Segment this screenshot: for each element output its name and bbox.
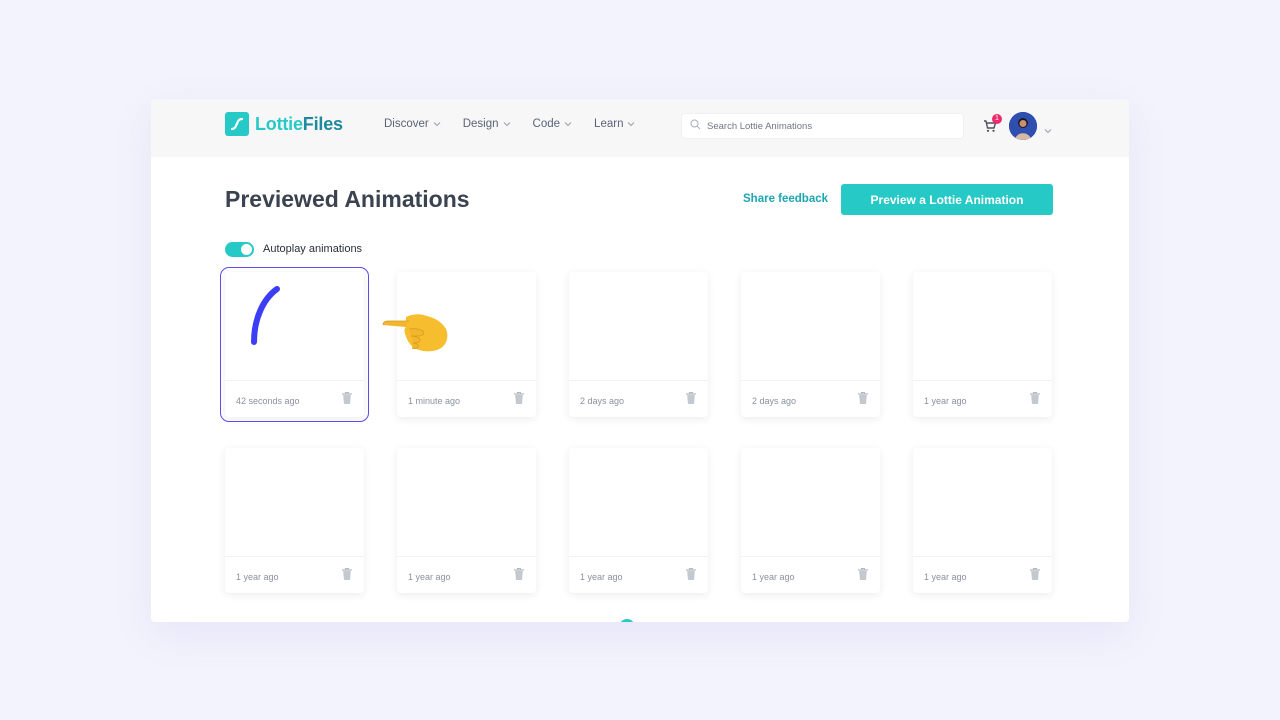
- blue-arc-animation-frame: [251, 286, 280, 345]
- top-navigation-bar: LottieFiles Discover Design Code Learn S…: [151, 99, 1129, 157]
- trash-icon[interactable]: [685, 391, 697, 405]
- animation-preview: [913, 448, 1052, 556]
- card-timestamp: 1 minute ago: [408, 396, 461, 406]
- search-bar: [681, 113, 964, 139]
- cart-button[interactable]: 1: [983, 114, 1002, 135]
- nav-item-design[interactable]: Design: [463, 118, 511, 130]
- animation-card[interactable]: 2 days ago: [569, 272, 708, 417]
- card-timestamp: 1 year ago: [236, 572, 279, 582]
- card-footer: 1 minute ago: [397, 380, 536, 417]
- animation-preview: [569, 448, 708, 556]
- logo-wordmark-lottie: Lottie: [255, 113, 303, 134]
- chevron-down-icon: [564, 121, 572, 127]
- card-footer: 2 days ago: [569, 380, 708, 417]
- nav-item-label: Discover: [384, 118, 429, 130]
- animation-card[interactable]: 1 year ago: [741, 448, 880, 593]
- animation-preview: [741, 448, 880, 556]
- card-timestamp: 2 days ago: [752, 396, 797, 406]
- animation-preview: [569, 272, 708, 380]
- cart-count-badge: 1: [992, 114, 1002, 124]
- card-timestamp: 1 year ago: [580, 572, 623, 582]
- search-input[interactable]: [707, 120, 957, 132]
- animation-card[interactable]: 1 year ago: [397, 448, 536, 593]
- card-footer: 1 year ago: [225, 556, 364, 593]
- trash-icon[interactable]: [1029, 391, 1041, 405]
- animation-card[interactable]: 42 seconds ago: [220, 267, 369, 422]
- card-timestamp: 1 year ago: [752, 572, 795, 582]
- lottiefiles-logo[interactable]: LottieFiles: [225, 112, 343, 136]
- chevron-down-icon: [503, 121, 511, 127]
- nav-item-label: Learn: [594, 118, 624, 130]
- card-footer: 2 days ago: [741, 380, 880, 417]
- animation-preview: [741, 272, 880, 380]
- toggle-knob: [241, 244, 252, 255]
- trash-icon[interactable]: [857, 567, 869, 581]
- trash-icon[interactable]: [1029, 567, 1041, 581]
- user-avatar[interactable]: [1009, 112, 1037, 140]
- loading-indicator: [619, 619, 635, 622]
- animation-preview: [225, 448, 364, 556]
- card-footer: 1 year ago: [913, 556, 1052, 593]
- trash-icon[interactable]: [341, 567, 353, 581]
- main-nav: Discover Design Code Learn: [384, 118, 657, 130]
- card-timestamp: 1 year ago: [924, 572, 967, 582]
- preview-animation-button[interactable]: Preview a Lottie Animation: [841, 184, 1053, 215]
- trash-icon[interactable]: [341, 391, 353, 405]
- share-feedback-link[interactable]: Share feedback: [743, 193, 828, 205]
- logo-wordmark: LottieFiles: [255, 114, 343, 135]
- card-footer: 1 year ago: [741, 556, 880, 593]
- pointing-hand-icon: [379, 305, 451, 355]
- trash-icon[interactable]: [513, 391, 525, 405]
- card-timestamp: 2 days ago: [580, 396, 625, 406]
- autoplay-toggle[interactable]: [225, 242, 254, 257]
- page-title: Previewed Animations: [225, 186, 470, 212]
- card-timestamp: 1 year ago: [408, 572, 451, 582]
- card-timestamp: 1 year ago: [924, 396, 967, 406]
- animation-card[interactable]: 1 year ago: [225, 448, 364, 593]
- animation-card[interactable]: 1 year ago: [913, 272, 1052, 417]
- chevron-down-icon: [433, 121, 441, 127]
- animation-preview: [913, 272, 1052, 380]
- trash-icon[interactable]: [513, 567, 525, 581]
- lottiefiles-logo-icon: [225, 112, 249, 136]
- nav-item-label: Design: [462, 118, 499, 130]
- animation-card[interactable]: 1 year ago: [569, 448, 708, 593]
- card-footer: 1 year ago: [913, 380, 1052, 417]
- card-footer: 1 year ago: [569, 556, 708, 593]
- nav-item-learn[interactable]: Learn: [594, 118, 635, 130]
- card-footer: 42 seconds ago: [225, 380, 364, 417]
- animation-card[interactable]: 2 days ago: [741, 272, 880, 417]
- logo-wordmark-files: Files: [302, 113, 343, 134]
- nav-item-label: Code: [532, 118, 561, 130]
- trash-icon[interactable]: [685, 567, 697, 581]
- animation-preview: [397, 448, 536, 556]
- search-icon: [690, 117, 701, 135]
- nav-item-code[interactable]: Code: [533, 118, 573, 130]
- nav-item-discover[interactable]: Discover: [384, 118, 441, 130]
- animation-preview: [225, 272, 364, 380]
- account-menu-chevron-icon[interactable]: [1044, 121, 1052, 139]
- app-window: LottieFiles Discover Design Code Learn S…: [151, 99, 1129, 622]
- autoplay-label: Autoplay animations: [263, 243, 363, 255]
- animation-card[interactable]: 1 year ago: [913, 448, 1052, 593]
- trash-icon[interactable]: [857, 391, 869, 405]
- chevron-down-icon: [627, 121, 635, 127]
- card-footer: 1 year ago: [397, 556, 536, 593]
- card-timestamp: 42 seconds ago: [236, 396, 300, 406]
